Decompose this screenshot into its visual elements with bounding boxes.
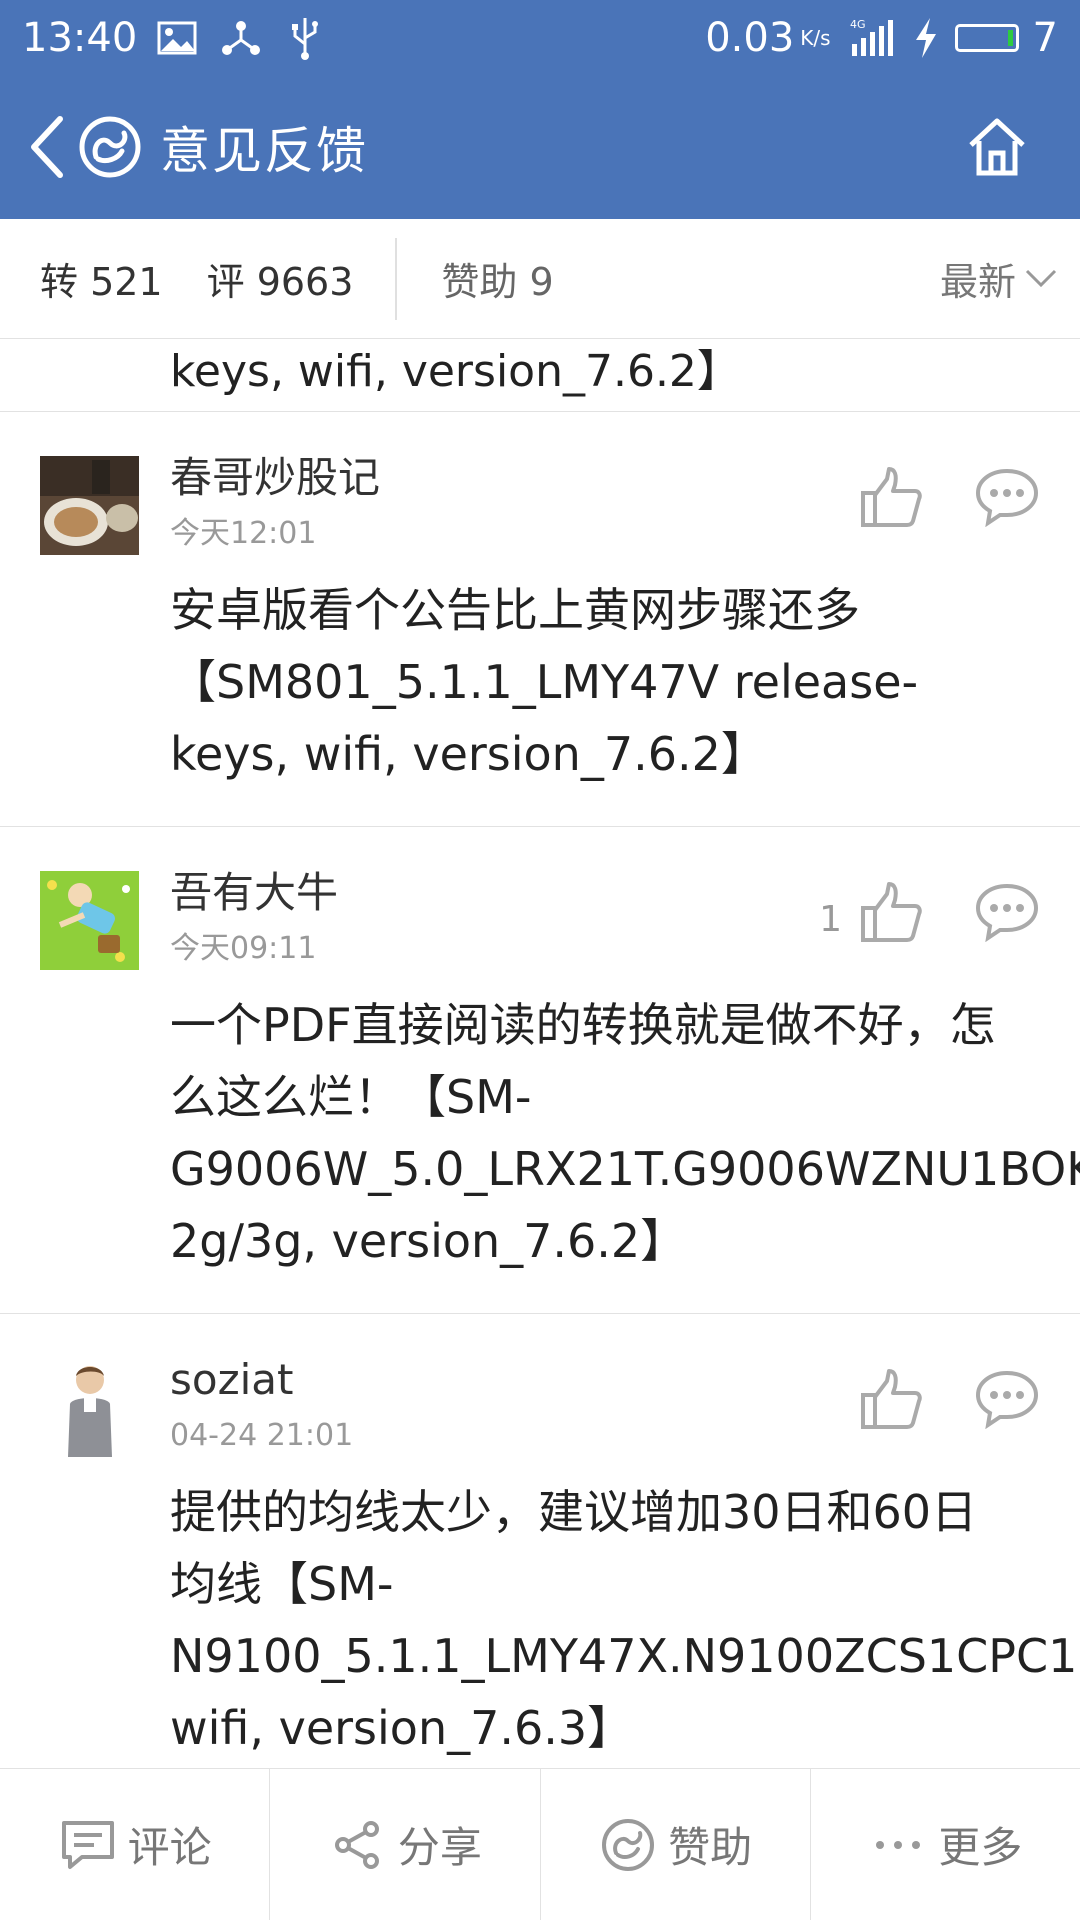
more-button[interactable]: 更多 xyxy=(811,1769,1080,1920)
more-dots-icon xyxy=(868,1815,928,1875)
comment-button[interactable]: 评论 xyxy=(0,1769,271,1920)
share-icon xyxy=(328,1815,388,1875)
reply-button[interactable] xyxy=(972,462,1042,532)
comment-bubble-icon xyxy=(975,1370,1039,1429)
tab-divider xyxy=(395,237,398,320)
comment-feed[interactable]: keys, wifi, version_7.6.2】 春哥炒股记 今天12:01… xyxy=(0,340,1080,1768)
chevron-down-icon xyxy=(1025,269,1057,287)
sponsor-icon xyxy=(598,1815,658,1875)
comment-item[interactable]: 春哥炒股记 今天12:01 安卓版看个公告比上黄网步骤还多【SM801_5.1.… xyxy=(0,412,1080,827)
tab-repost[interactable]: 转 521 xyxy=(40,251,163,306)
home-button[interactable] xyxy=(962,112,1032,182)
comment-actions xyxy=(842,462,1042,532)
comment-text: 一个PDF直接阅读的转换就是做不好，怎么这么烂！【SM-G9006W_5.0_L… xyxy=(170,998,1080,1268)
sponsor-button[interactable]: 赞助 xyxy=(541,1769,811,1920)
like-button[interactable] xyxy=(856,462,926,532)
sort-label: 最新 xyxy=(939,260,1016,304)
home-icon xyxy=(969,118,1025,176)
comment-item[interactable]: soziat 04-24 21:01 提供的均线太少，建议增加30日和60日均线… xyxy=(0,1314,1080,1768)
like-button[interactable] xyxy=(856,877,926,947)
comment-text: 安卓版看个公告比上黄网步骤还多【SM801_5.1.1_LMY47V relea… xyxy=(170,583,919,781)
usb-icon xyxy=(281,16,329,60)
sort-dropdown[interactable]: 最新 xyxy=(940,251,1058,306)
avatar[interactable] xyxy=(40,456,139,555)
comment-button-label: 评论 xyxy=(127,1823,212,1872)
status-time: 13:40 xyxy=(22,14,138,61)
chevron-left-icon xyxy=(31,116,63,178)
app-header: 意见反馈 xyxy=(0,75,1080,219)
comment-item[interactable]: 吾有大牛 今天09:11 一个PDF直接阅读的转换就是做不好，怎么这么烂！【SM… xyxy=(0,827,1080,1314)
network-speed-unit: K/s xyxy=(800,25,831,50)
partial-comment-text: keys, wifi, version_7.6.2】 xyxy=(170,346,741,397)
comment-text: 提供的均线太少，建议增加30日和60日均线【SM-N9100_5.1.1_LMY… xyxy=(170,1485,1080,1755)
battery-level: 7 xyxy=(1032,14,1058,61)
share-network-icon xyxy=(217,16,265,60)
feed-tabs: 转 521 评 9663 赞助 9 最新 xyxy=(0,219,1080,339)
charging-icon xyxy=(911,16,941,60)
image-icon xyxy=(153,16,201,60)
page-title: 意见反馈 xyxy=(160,122,368,180)
tab-comment[interactable]: 评 9663 xyxy=(207,251,354,306)
tab-sponsor[interactable]: 赞助 9 xyxy=(441,251,553,306)
bottom-action-bar: 评论 分享 赞助 更多 xyxy=(0,1768,1080,1920)
comment-bubble-icon xyxy=(975,883,1039,942)
comment-bubble-icon xyxy=(975,468,1039,527)
avatar[interactable] xyxy=(40,1358,139,1457)
share-button[interactable]: 分享 xyxy=(270,1769,541,1920)
avatar[interactable] xyxy=(40,871,139,970)
back-button[interactable] xyxy=(14,107,78,187)
thumbs-up-icon xyxy=(861,1369,922,1429)
thumbs-up-icon xyxy=(861,882,922,942)
signal-icon: 4G xyxy=(847,16,903,60)
sponsor-button-label: 赞助 xyxy=(668,1823,753,1872)
svg-text:4G: 4G xyxy=(850,18,866,31)
comment-actions: 1 xyxy=(819,877,1042,947)
network-speed: 0.03 xyxy=(705,14,795,61)
like-count: 1 xyxy=(819,898,842,940)
more-button-label: 更多 xyxy=(938,1823,1023,1872)
comment-icon xyxy=(58,1815,118,1875)
status-bar: 13:40 0.03 K/s 4G 7 xyxy=(0,0,1080,75)
reply-button[interactable] xyxy=(972,1364,1042,1434)
like-button[interactable] xyxy=(856,1364,926,1434)
partial-comment: keys, wifi, version_7.6.2】 xyxy=(0,340,1080,412)
app-logo-icon xyxy=(78,115,142,179)
reply-button[interactable] xyxy=(972,877,1042,947)
battery-icon xyxy=(954,23,1019,52)
share-button-label: 分享 xyxy=(397,1823,482,1872)
comment-actions xyxy=(842,1364,1042,1434)
thumbs-up-icon xyxy=(861,467,922,527)
